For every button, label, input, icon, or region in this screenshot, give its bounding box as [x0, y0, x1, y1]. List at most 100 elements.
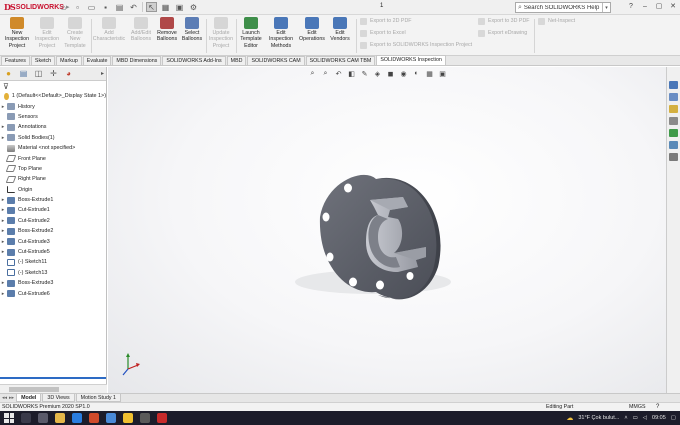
edit-operations-button[interactable]: Edit Operations: [297, 17, 327, 43]
select-arrow-icon[interactable]: ↖: [146, 2, 157, 12]
appearances-icon[interactable]: [669, 129, 678, 137]
new-inspection-project-button[interactable]: New Inspection Project: [2, 17, 32, 49]
tab-solidworks-cam-tbm[interactable]: SOLIDWORKS CAM TBM: [305, 56, 376, 65]
remove-balloons-button[interactable]: Remove Balloons: [155, 17, 179, 43]
tree-horizontal-scrollbar[interactable]: [0, 384, 107, 393]
help-icon[interactable]: ?: [656, 403, 659, 411]
property-manager-tab-icon[interactable]: ▤: [18, 68, 29, 79]
expand-arrow-icon[interactable]: ▸: [0, 228, 6, 234]
tree-item[interactable]: Front Plane: [0, 153, 106, 163]
design-library-icon[interactable]: [669, 93, 678, 101]
export-excel-button[interactable]: Export to Excel: [360, 29, 472, 37]
display-manager-tab-icon[interactable]: ◕: [63, 68, 74, 79]
expand-arrow-icon[interactable]: ▸: [0, 207, 6, 213]
help-search-box[interactable]: ⌕ Search SOLIDWORKS Help ▾: [515, 2, 611, 13]
net-inspect-button[interactable]: Net-Inspect: [538, 17, 575, 25]
tab-markup[interactable]: Markup: [56, 56, 82, 65]
print-icon[interactable]: ▤: [114, 2, 125, 12]
unit-system-selector[interactable]: MMGS: [629, 403, 645, 411]
tree-item[interactable]: ▸ Cut-Extrude5: [0, 247, 106, 257]
graphics-area[interactable]: ⌕ ⌕ ↶ ◧ ✎ ◈ ◼ ◉ ◐ ▦ ▣: [108, 67, 666, 393]
tree-root-part[interactable]: 1 (Default<<Default>_Display State 1>): [0, 91, 106, 101]
export-3d-pdf-button[interactable]: Export to 3D PDF: [478, 17, 530, 25]
tree-item[interactable]: ▸ Boss-Extrude1: [0, 195, 106, 205]
export-edrawing-button[interactable]: Export eDrawing: [478, 29, 530, 37]
tree-item[interactable]: Right Plane: [0, 174, 106, 184]
search-icon[interactable]: [21, 413, 31, 423]
expand-tabs-icon[interactable]: ▸: [101, 70, 104, 77]
export-inspection-project-button[interactable]: Export to SOLIDWORKS Inspection Project: [360, 41, 472, 49]
tray-arrow-icon[interactable]: ˄: [624, 415, 627, 421]
export-2d-pdf-button[interactable]: Export to 2D PDF: [360, 17, 472, 25]
office-icon[interactable]: [89, 413, 99, 423]
tree-item[interactable]: ▸ Cut-Extrude6: [0, 288, 106, 298]
tree-item[interactable]: ▸ Cut-Extrude3: [0, 236, 106, 246]
create-new-template-button[interactable]: Create New Template: [62, 17, 88, 49]
tab-solidworks-cam[interactable]: SOLIDWORKS CAM: [247, 56, 305, 65]
custom-properties-icon[interactable]: [669, 141, 678, 149]
help-icon[interactable]: ?: [626, 3, 636, 10]
expand-arrow-icon[interactable]: ▸: [0, 249, 6, 255]
close-icon[interactable]: ✕: [668, 2, 678, 10]
update-inspection-project-button[interactable]: Update Inspection Project: [207, 17, 235, 49]
expand-arrow-icon[interactable]: ▸: [0, 135, 6, 141]
clock-text[interactable]: 09:05: [652, 415, 666, 421]
tree-item[interactable]: ▸ Boss-Extrude3: [0, 278, 106, 288]
solidworks-logo[interactable]: DS SOLIDWORKS ▸: [0, 0, 69, 15]
view-palette-icon[interactable]: [669, 117, 678, 125]
filter-icon[interactable]: ⊽: [0, 81, 106, 91]
tree-item[interactable]: ▸ Solid Bodies(1): [0, 133, 106, 143]
solidworks-taskbar-icon[interactable]: [157, 413, 167, 423]
tab-mbd[interactable]: MBD: [226, 56, 247, 65]
restore-icon[interactable]: ▢: [654, 2, 664, 10]
file-properties-icon[interactable]: ▣: [174, 2, 185, 12]
first-tab-arrow-icon[interactable]: ◂◂: [2, 395, 7, 401]
notification-icon[interactable]: ▢: [671, 415, 676, 421]
expand-arrow-icon[interactable]: ▸: [0, 104, 6, 110]
new-document-icon[interactable]: ▫: [72, 2, 83, 12]
undo-icon[interactable]: ↶: [128, 2, 139, 12]
tree-item[interactable]: (-) Sketch13: [0, 268, 106, 278]
search-input[interactable]: Search SOLIDWORKS Help: [524, 5, 602, 11]
feature-manager-tab-icon[interactable]: ●: [3, 68, 14, 79]
file-explorer-icon[interactable]: [55, 413, 65, 423]
dimxpert-manager-tab-icon[interactable]: ✛: [48, 68, 59, 79]
file-explorer-icon[interactable]: [669, 105, 678, 113]
open-folder-icon[interactable]: ▭: [86, 2, 97, 12]
expand-arrow-icon[interactable]: ▸: [0, 197, 6, 203]
select-balloons-button[interactable]: Select Balloons: [180, 17, 204, 43]
edit-vendors-button[interactable]: Edit Vendors: [327, 17, 353, 43]
edit-inspection-methods-button[interactable]: Edit Inspection Methods: [266, 17, 296, 49]
tree-item[interactable]: Origin: [0, 185, 106, 195]
tab-sketch[interactable]: Sketch: [30, 56, 56, 65]
home-icon[interactable]: ⌂: [58, 2, 69, 12]
tree-item[interactable]: Sensors: [0, 112, 106, 122]
add-edit-balloons-button[interactable]: Add/Edit Balloons: [127, 17, 155, 43]
solidworks-resources-icon[interactable]: [669, 81, 678, 89]
forum-icon[interactable]: [669, 153, 678, 161]
launch-template-editor-button[interactable]: Launch Template Editor: [237, 17, 265, 49]
tree-item[interactable]: (-) Sketch11: [0, 257, 106, 267]
edge-browser-icon[interactable]: [72, 413, 82, 423]
tab-model[interactable]: Model: [16, 394, 42, 402]
edit-inspection-project-button[interactable]: Edit Inspection Project: [32, 17, 62, 49]
tree-item[interactable]: ▸ Boss-Extrude2: [0, 226, 106, 236]
mail-icon[interactable]: [106, 413, 116, 423]
app-icon[interactable]: [140, 413, 150, 423]
add-characteristic-button[interactable]: Add Characteristic: [92, 17, 126, 43]
volume-icon[interactable]: ◁: [643, 415, 647, 421]
configuration-manager-tab-icon[interactable]: ◫: [33, 68, 44, 79]
rebuild-icon[interactable]: ▦: [160, 2, 171, 12]
save-icon[interactable]: ▪: [100, 2, 111, 12]
tree-item[interactable]: ▸ History: [0, 101, 106, 111]
part-3d-model[interactable]: [108, 67, 666, 393]
expand-arrow-icon[interactable]: ▸: [0, 218, 6, 224]
search-dropdown-icon[interactable]: ▾: [602, 3, 610, 12]
expand-arrow-icon[interactable]: ▸: [0, 280, 6, 286]
scrollbar-thumb[interactable]: [9, 387, 59, 392]
tree-item[interactable]: Top Plane: [0, 164, 106, 174]
tab-features[interactable]: Features: [1, 56, 30, 65]
chrome-icon[interactable]: [123, 413, 133, 423]
tab-evaluate[interactable]: Evaluate: [82, 56, 112, 65]
network-icon[interactable]: ▭: [633, 415, 638, 421]
